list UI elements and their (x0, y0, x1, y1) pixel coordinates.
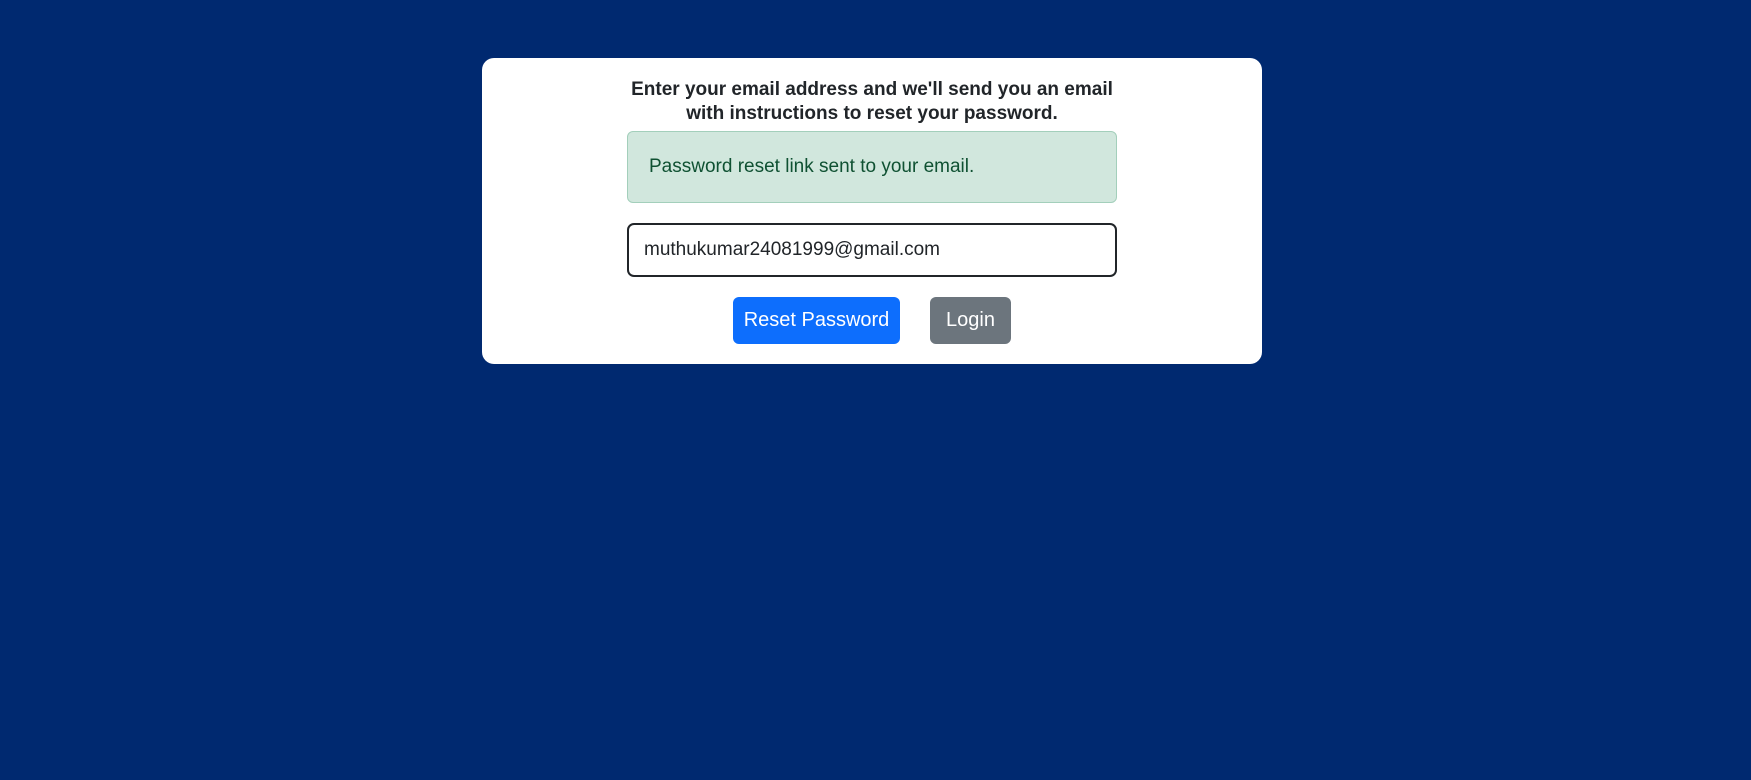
login-button[interactable]: Login (930, 297, 1011, 344)
reset-password-card: Enter your email address and we'll send … (482, 58, 1262, 364)
success-alert: Password reset link sent to your email. (627, 131, 1117, 203)
email-field[interactable] (627, 223, 1117, 277)
instructions-text: Enter your email address and we'll send … (631, 79, 1113, 124)
reset-password-button[interactable]: Reset Password (733, 297, 900, 344)
